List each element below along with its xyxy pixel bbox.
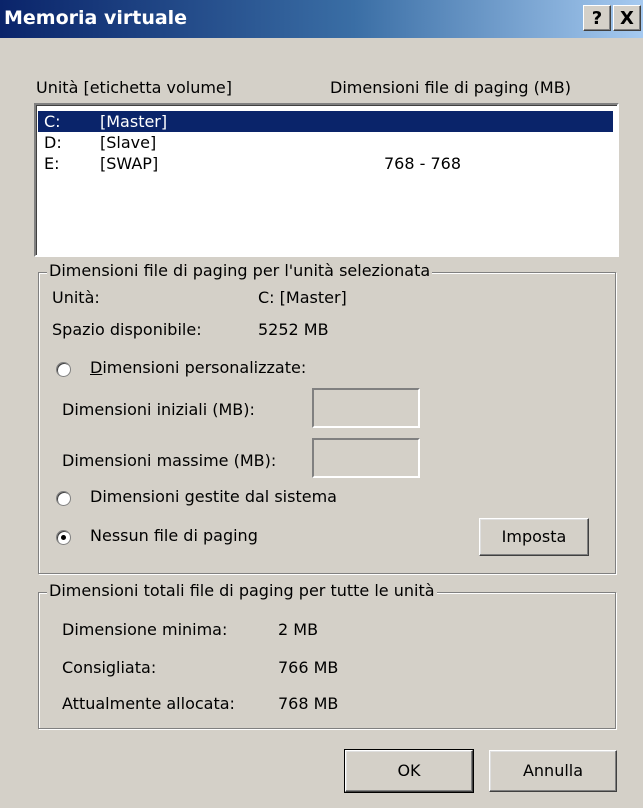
custom-size-radio[interactable] [56, 362, 71, 377]
cancel-button[interactable]: Annulla [489, 750, 617, 792]
volume-label: [Slave] [100, 133, 157, 152]
set-button[interactable]: Imposta [479, 518, 589, 556]
drive-letter: E: [44, 154, 60, 173]
min-size-value: 2 MB [278, 620, 319, 639]
drive-list[interactable]: C: [Master] D: [Slave] E: [SWAP] 768 - 7… [34, 103, 619, 257]
paging-size: 768 - 768 [384, 154, 462, 173]
list-item-drive-e[interactable]: E: [SWAP] 768 - 768 [38, 153, 613, 174]
initial-size-input[interactable] [312, 388, 420, 428]
no-paging-file-label[interactable]: Nessun file di paging [90, 526, 258, 545]
close-button[interactable]: X [613, 5, 641, 31]
custom-size-label[interactable]: Dimensioni personalizzate: [90, 358, 306, 377]
virtual-memory-dialog: Memoria virtuale ? X Unità [etichetta vo… [0, 0, 643, 808]
no-paging-file-radio[interactable] [56, 530, 71, 545]
recommended-value: 766 MB [278, 658, 339, 677]
list-item-drive-d[interactable]: D: [Slave] [38, 132, 613, 153]
drive-letter: C: [44, 112, 61, 131]
initial-size-label: Dimensioni iniziali (MB): [62, 400, 255, 419]
volume-label: [SWAP] [100, 154, 159, 173]
min-size-label: Dimensione minima: [62, 620, 228, 639]
drive-value: C: [Master] [258, 288, 347, 307]
free-space-value: 5252 MB [258, 320, 329, 339]
max-size-label: Dimensioni massime (MB): [62, 451, 277, 470]
system-managed-radio[interactable] [56, 491, 71, 506]
allocated-value: 768 MB [278, 694, 339, 713]
drive-letter: D: [44, 133, 62, 152]
column-header-size: Dimensioni file di paging (MB) [330, 78, 571, 97]
system-managed-label[interactable]: Dimensioni gestite dal sistema [90, 487, 337, 506]
free-space-label: Spazio disponibile: [52, 320, 202, 339]
max-size-input[interactable] [312, 438, 420, 478]
radio-selected-dot [61, 535, 66, 540]
group-title: Dimensioni totali file di paging per tut… [47, 581, 437, 600]
help-button[interactable]: ? [583, 5, 611, 31]
volume-label: [Master] [100, 112, 168, 131]
ok-button[interactable]: OK [344, 749, 474, 793]
allocated-label: Attualmente allocata: [62, 694, 235, 713]
group-title: Dimensioni file di paging per l'unità se… [47, 261, 433, 280]
list-item-drive-c[interactable]: C: [Master] [38, 111, 613, 132]
column-header-drive: Unità [etichetta volume] [36, 78, 232, 97]
drive-label: Unità: [52, 288, 100, 307]
recommended-label: Consigliata: [62, 658, 157, 677]
window-title: Memoria virtuale [4, 7, 188, 29]
title-bar: Memoria virtuale ? X [0, 0, 643, 38]
custom-size-label-text: imensioni personalizzate: [102, 358, 307, 377]
